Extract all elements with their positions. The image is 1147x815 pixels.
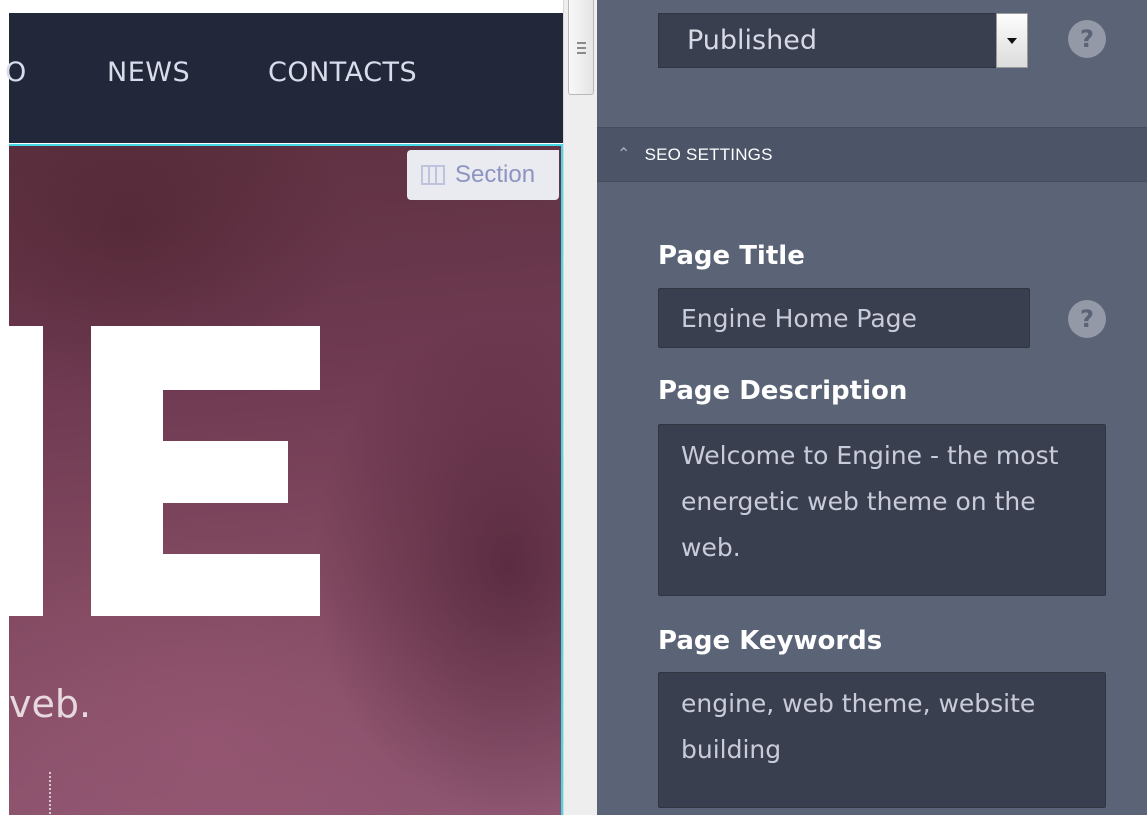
page-keywords-label: Page Keywords bbox=[658, 626, 883, 656]
page-title-label: Page Title bbox=[658, 241, 805, 271]
nav-item-contacts[interactable]: CONTACTS bbox=[268, 57, 417, 88]
hero-section[interactable]: Section veb. bbox=[9, 144, 563, 815]
page-description-textarea[interactable]: Welcome to Engine - the most energetic w… bbox=[658, 424, 1106, 596]
scrollbar-thumb[interactable] bbox=[568, 0, 594, 95]
hero-letter-e-middle bbox=[91, 441, 288, 503]
scroll-indicator-dots bbox=[49, 772, 51, 815]
section-badge-label: Section bbox=[455, 161, 536, 188]
status-select[interactable]: Published bbox=[658, 13, 1028, 68]
scroll-grip-icon bbox=[577, 47, 586, 49]
hero-letter-e-bottom bbox=[91, 554, 320, 616]
scroll-grip-icon bbox=[577, 42, 586, 44]
seo-settings-title: SEO SETTINGS bbox=[644, 144, 773, 164]
chevron-double-up-icon: ⌃ bbox=[617, 145, 631, 163]
status-select-value: Published bbox=[687, 25, 817, 56]
page-description-value: Welcome to Engine - the most energetic w… bbox=[681, 441, 1059, 562]
hero-letter-e-top bbox=[91, 326, 320, 390]
preview-scrollbar[interactable] bbox=[563, 0, 597, 815]
website-preview: O NEWS CONTACTS Section veb. bbox=[0, 0, 568, 815]
site-navigation: O NEWS CONTACTS bbox=[5, 13, 563, 143]
seo-settings-header[interactable]: ⌃ SEO SETTINGS bbox=[597, 127, 1147, 182]
page-title-help-icon[interactable]: ? bbox=[1068, 300, 1106, 338]
section-grid-icon bbox=[421, 165, 445, 185]
section-badge[interactable]: Section bbox=[407, 150, 559, 200]
page-description-label: Page Description bbox=[658, 376, 908, 406]
scroll-grip-icon bbox=[577, 52, 586, 54]
dropdown-arrow-icon[interactable] bbox=[996, 13, 1028, 68]
nav-item-partial[interactable]: O bbox=[5, 57, 27, 88]
nav-item-news[interactable]: NEWS bbox=[107, 57, 190, 88]
status-help-icon[interactable]: ? bbox=[1068, 20, 1106, 58]
page-keywords-value: engine, web theme, website building bbox=[681, 689, 1036, 764]
page-title-value: Engine Home Page bbox=[681, 304, 917, 333]
hero-letter-i bbox=[9, 326, 43, 616]
page-title-input[interactable]: Engine Home Page bbox=[658, 288, 1030, 348]
page-editor-window: O NEWS CONTACTS Section veb. Published ?… bbox=[0, 0, 1147, 815]
hero-subtitle: veb. bbox=[9, 682, 92, 726]
settings-panel: Published ? ⌃ SEO SETTINGS Page Title En… bbox=[597, 0, 1147, 815]
page-keywords-textarea[interactable]: engine, web theme, website building bbox=[658, 672, 1106, 808]
